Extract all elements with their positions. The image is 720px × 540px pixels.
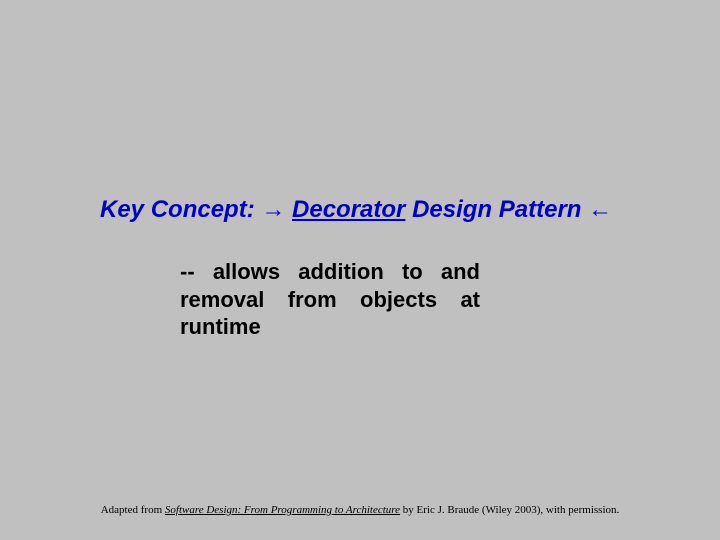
body-text: -- allows addition to and removal from o…	[180, 258, 480, 341]
title-underlined: Decorator	[292, 196, 405, 223]
attribution-book-title: Software Design: From Programming to Arc…	[165, 504, 400, 516]
arrow-right-icon: →	[261, 196, 285, 223]
attribution: Adapted from Software Design: From Progr…	[0, 504, 720, 516]
title-suffix: Design Pattern	[405, 196, 588, 223]
slide: Key Concept: → Decorator Design Pattern …	[0, 0, 720, 540]
attribution-prefix: Adapted from	[101, 504, 165, 516]
attribution-suffix: by Eric J. Braude (Wiley 2003), with per…	[400, 504, 619, 516]
arrow-left-icon: ←	[588, 196, 612, 223]
title-prefix: Key Concept:	[100, 196, 261, 223]
title-line: Key Concept: → Decorator Design Pattern …	[100, 196, 710, 224]
